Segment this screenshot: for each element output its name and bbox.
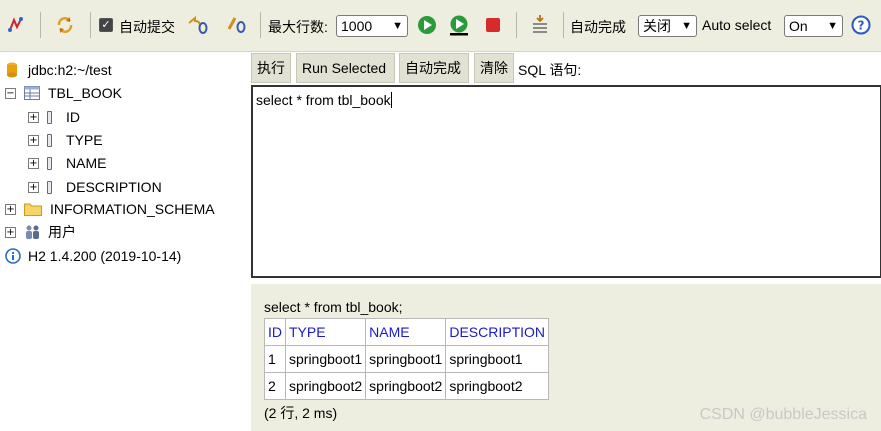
users-icon	[26, 225, 39, 239]
column-icon	[47, 133, 52, 147]
tree-connection[interactable]: jdbc:h2:~/test	[6, 59, 112, 81]
folder-icon	[24, 203, 42, 216]
result-query: select * from tbl_book;	[264, 299, 403, 315]
run-selected-icon[interactable]	[448, 14, 470, 36]
commit-icon[interactable]	[226, 14, 248, 36]
expand-icon[interactable]: +	[28, 181, 39, 193]
text-caret	[390, 92, 392, 108]
users-label: 用户	[48, 224, 76, 240]
collapse-icon[interactable]: −	[5, 87, 16, 99]
column-name: DESCRIPTION	[66, 179, 162, 195]
chevron-down-icon: ▼	[827, 20, 838, 32]
sql-statement-label: SQL 语句:	[518, 62, 582, 78]
table-cell: 2	[264, 372, 286, 400]
column-header-description[interactable]: DESCRIPTION	[445, 318, 550, 346]
sql-editor-text: select * from tbl_book	[256, 92, 391, 108]
rollback-icon[interactable]	[187, 14, 209, 36]
table-row: 1 springboot1 springboot1 springboot1	[264, 345, 550, 373]
column-name: ID	[66, 109, 80, 125]
table-cell: springboot1	[445, 345, 550, 373]
version-text: H2 1.4.200 (2019-10-14)	[28, 248, 182, 264]
tree-users[interactable]: + 用户	[5, 221, 76, 243]
max-rows-value: 1000	[341, 18, 373, 34]
result-table: ID TYPE NAME DESCRIPTION 1 springboot1 s…	[264, 318, 550, 400]
refresh-icon[interactable]	[54, 14, 76, 36]
auto-complete-select[interactable]: 关闭 ▼	[638, 15, 697, 37]
sql-editor[interactable]: select * from tbl_book	[251, 85, 881, 278]
info-icon	[5, 248, 21, 264]
table-cell: springboot2	[445, 372, 550, 400]
toolbar-separator	[40, 12, 41, 38]
auto-commit-checkbox[interactable]: ✓	[99, 18, 113, 32]
auto-commit-label: 自动提交	[119, 19, 175, 35]
table-cell: springboot2	[284, 372, 367, 400]
expand-icon[interactable]: +	[28, 111, 39, 123]
table-row: 2 springboot2 springboot2 springboot2	[264, 372, 550, 400]
tree-version: H2 1.4.200 (2019-10-14)	[5, 245, 181, 267]
column-header-id[interactable]: ID	[264, 318, 286, 346]
table-name: TBL_BOOK	[48, 85, 122, 101]
tree-information-schema[interactable]: + INFORMATION_SCHEMA	[5, 198, 215, 220]
disconnect-icon[interactable]	[6, 14, 28, 36]
column-icon	[47, 110, 52, 124]
result-stats: (2 行, 2 ms)	[264, 405, 338, 421]
database-icon	[7, 62, 17, 78]
svg-text:?: ?	[858, 19, 865, 33]
auto-select-label: Auto select	[702, 17, 772, 33]
tree-column-description[interactable]: + DESCRIPTION	[28, 176, 162, 198]
expand-icon[interactable]: +	[28, 157, 39, 169]
expand-icon[interactable]: +	[5, 203, 16, 215]
table-cell: springboot1	[365, 345, 447, 373]
toolbar-separator	[260, 12, 261, 38]
column-name: TYPE	[66, 132, 103, 148]
run-selected-button[interactable]: Run Selected	[296, 53, 395, 83]
max-rows-select[interactable]: 1000 ▼	[336, 15, 408, 37]
max-rows-label: 最大行数:	[268, 19, 328, 35]
column-name: NAME	[66, 155, 107, 171]
connection-url: jdbc:h2:~/test	[28, 62, 112, 78]
auto-complete-label: 自动完成	[570, 19, 626, 35]
toolbar-separator	[563, 12, 564, 38]
chevron-down-icon: ▼	[681, 20, 692, 32]
chevron-down-icon: ▼	[392, 20, 403, 32]
auto-select-value: On	[789, 18, 808, 34]
column-header-type[interactable]: TYPE	[284, 318, 367, 346]
table-cell: springboot1	[284, 345, 367, 373]
table-cell: 1	[264, 345, 286, 373]
table-header-row: ID TYPE NAME DESCRIPTION	[264, 318, 550, 346]
column-icon	[47, 180, 52, 194]
help-icon[interactable]: ?	[850, 14, 872, 36]
toolbar: ✓ 自动提交 最大行数: 1000 ▼ 自动完成 关闭 ▼ Auto selec…	[0, 0, 881, 52]
auto-complete-button[interactable]: 自动完成	[399, 53, 469, 83]
tree-column-type[interactable]: + TYPE	[28, 129, 103, 151]
toolbar-separator	[516, 12, 517, 38]
clear-button[interactable]: 清除	[474, 53, 514, 83]
auto-select-select[interactable]: On ▼	[784, 15, 843, 37]
table-icon	[24, 86, 40, 100]
schema-name: INFORMATION_SCHEMA	[50, 201, 215, 217]
history-icon[interactable]	[529, 14, 551, 36]
run-icon[interactable]	[416, 14, 438, 36]
toolbar-separator	[90, 12, 91, 38]
expand-icon[interactable]: +	[5, 226, 16, 238]
column-icon	[47, 156, 52, 170]
column-header-name[interactable]: NAME	[365, 318, 447, 346]
auto-complete-value: 关闭	[643, 18, 671, 34]
table-cell: springboot2	[365, 372, 447, 400]
expand-icon[interactable]: +	[28, 134, 39, 146]
run-button[interactable]: 执行	[251, 53, 291, 83]
stop-icon[interactable]	[482, 14, 504, 36]
tree-column-id[interactable]: + ID	[28, 106, 80, 128]
tree-column-name[interactable]: + NAME	[28, 152, 106, 174]
watermark: CSDN @bubbleJessica	[699, 406, 867, 423]
tree-table-tbl-book[interactable]: − TBL_BOOK	[5, 82, 122, 104]
